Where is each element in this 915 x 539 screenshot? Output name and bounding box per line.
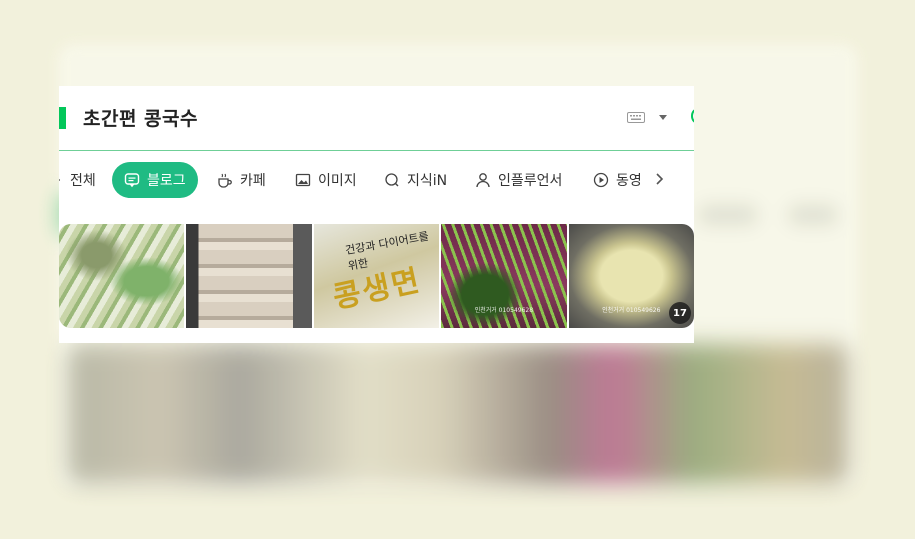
chevron-right-icon[interactable] — [654, 172, 664, 186]
thumbnail-3[interactable]: 건강과 다이어트를 위한 콩생면 — [313, 224, 440, 328]
kin-icon — [385, 173, 399, 187]
video-icon — [593, 172, 609, 188]
tab-kin-label: 지식iN — [407, 173, 448, 189]
blog-thumbnail-strip: 건강과 다이어트를 위한 콩생면 인천거거 010549628 인천거거 010… — [59, 224, 694, 328]
more-count-badge[interactable]: 17 — [668, 302, 691, 324]
cafe-icon — [218, 173, 232, 188]
tab-all-label: 전체 — [70, 173, 96, 189]
thumbnail-1[interactable] — [59, 224, 185, 328]
tab-cafe-label: 카페 — [240, 173, 266, 189]
category-tabs: 전체 블로그 카페 이미지 지식iN 인플루언서 동영 — [59, 162, 694, 198]
image-icon — [295, 173, 311, 187]
search-query[interactable]: 초간편 콩국수 — [83, 104, 198, 131]
accent-bar — [59, 107, 66, 129]
keyboard-icon[interactable] — [627, 112, 645, 123]
tab-influencer[interactable]: 인플루언서 — [475, 162, 562, 198]
blog-icon — [124, 173, 140, 188]
thumbnail-5[interactable]: 인천거거 010549626 17 — [568, 224, 694, 328]
thumbnail-4[interactable]: 인천거거 010549628 — [441, 224, 567, 328]
tab-cafe[interactable]: 카페 — [216, 162, 266, 198]
tab-kin[interactable]: 지식iN — [384, 162, 447, 198]
tab-influencer-label: 인플루언서 — [498, 173, 563, 189]
tab-image[interactable]: 이미지 — [295, 162, 357, 198]
tab-video-label: 동영 — [616, 173, 642, 189]
dropdown-caret-icon[interactable] — [659, 115, 667, 120]
influencer-icon — [476, 173, 490, 188]
tab-image-label: 이미지 — [318, 173, 357, 189]
tab-video[interactable]: 동영 — [593, 162, 642, 198]
search-result-panel: 초간편 콩국수 전체 블로그 카페 이미지 지식iN 인플루언서 동영 건강과 … — [59, 86, 694, 343]
tab-blog-label: 블로그 — [147, 173, 186, 189]
thumbnail-3-logo-text: 콩생면 — [329, 263, 424, 316]
tab-all[interactable]: 전체 — [59, 162, 96, 198]
thumbnail-4-watermark: 인천거거 010549628 — [474, 307, 534, 314]
tab-blog[interactable]: 블로그 — [112, 162, 198, 198]
thumbnail-2[interactable] — [186, 224, 312, 328]
search-header: 초간편 콩국수 — [59, 86, 694, 151]
all-icon — [59, 178, 61, 182]
search-button[interactable] — [691, 109, 694, 123]
